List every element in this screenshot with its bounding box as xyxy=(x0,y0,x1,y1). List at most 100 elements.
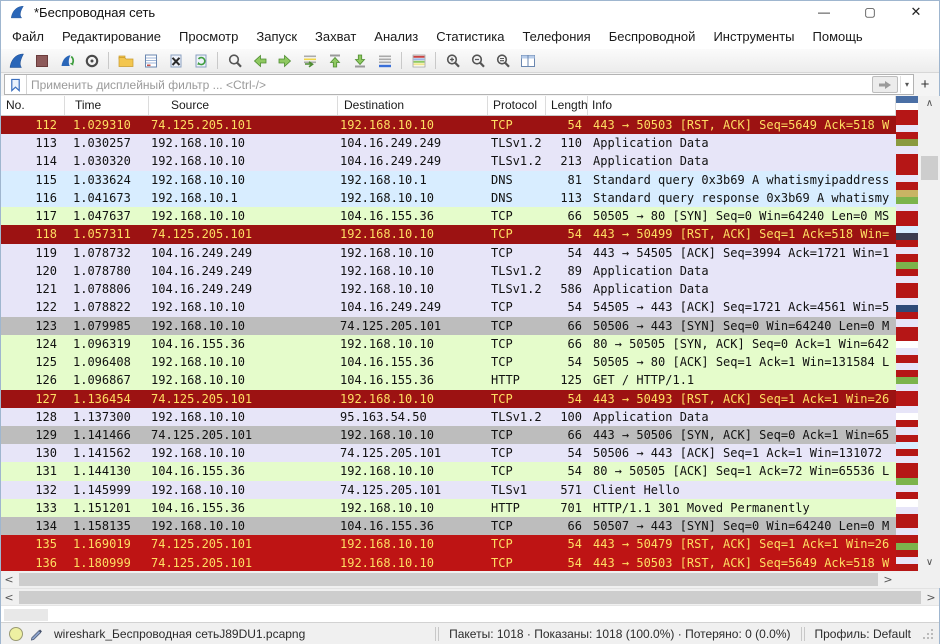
packet-row[interactable]: 1321.145999192.168.10.1074.125.205.101TL… xyxy=(1,481,896,499)
packet-row[interactable]: 1281.137300192.168.10.1095.163.54.50TLSv… xyxy=(1,408,896,426)
go-forward-button[interactable] xyxy=(272,50,297,72)
start-capture-button[interactable] xyxy=(4,50,29,72)
cell-time: 1.078806 xyxy=(65,280,149,298)
packet-row[interactable]: 1171.047637192.168.10.10104.16.155.36TCP… xyxy=(1,207,896,225)
go-first-button[interactable] xyxy=(322,50,347,72)
packet-row[interactable]: 1201.078780104.16.249.249192.168.10.10TL… xyxy=(1,262,896,280)
packet-row[interactable]: 1271.13645474.125.205.101192.168.10.10TC… xyxy=(1,390,896,408)
packet-row[interactable]: 1211.078806104.16.249.249192.168.10.10TL… xyxy=(1,280,896,298)
packet-row[interactable]: 1131.030257192.168.10.10104.16.249.249TL… xyxy=(1,134,896,152)
menu-item-7[interactable]: Телефония xyxy=(513,25,599,48)
packet-row[interactable]: 1311.144130104.16.155.36192.168.10.10TCP… xyxy=(1,462,896,480)
detail-pane-hscrollbar[interactable]: < > xyxy=(1,588,939,605)
menu-item-9[interactable]: Инструменты xyxy=(704,25,803,48)
column-header-info[interactable]: Info xyxy=(588,96,896,115)
column-header-source[interactable]: Source xyxy=(149,96,338,115)
cell-destination: 74.125.205.101 xyxy=(338,481,488,499)
menu-item-5[interactable]: Анализ xyxy=(365,25,427,48)
packet-row[interactable]: 1241.096319104.16.155.36192.168.10.10TCP… xyxy=(1,335,896,353)
capture-options-button[interactable] xyxy=(79,50,104,72)
packet-row[interactable]: 1191.078732104.16.249.249192.168.10.10TC… xyxy=(1,244,896,262)
autoscroll-button[interactable] xyxy=(372,50,397,72)
column-header-no[interactable]: No. xyxy=(1,96,65,115)
packet-list-hscrollbar[interactable]: < > xyxy=(1,571,896,588)
cell-info: 50505 → 80 [SYN] Seq=0 Win=64240 Len=0 M… xyxy=(588,207,896,225)
packet-row[interactable]: 1351.16901974.125.205.101192.168.10.10TC… xyxy=(1,535,896,553)
restart-capture-button[interactable] xyxy=(54,50,79,72)
menu-item-4[interactable]: Захват xyxy=(306,25,365,48)
packet-row[interactable]: 1231.079985192.168.10.1074.125.205.101TC… xyxy=(1,317,896,335)
stop-capture-button[interactable] xyxy=(29,50,54,72)
menu-item-10[interactable]: Помощь xyxy=(804,25,872,48)
go-back-button[interactable] xyxy=(247,50,272,72)
packet-row[interactable]: 1331.151201104.16.155.36192.168.10.10HTT… xyxy=(1,499,896,517)
filter-dropdown-button[interactable]: ▾ xyxy=(900,76,913,93)
display-filter-input[interactable] xyxy=(27,76,872,93)
scroll-down-icon[interactable]: ∨ xyxy=(918,555,940,571)
minimap-stripe xyxy=(896,427,918,434)
menu-item-2[interactable]: Просмотр xyxy=(170,25,247,48)
hscrollbar-thumb[interactable] xyxy=(19,591,921,604)
go-last-button[interactable] xyxy=(347,50,372,72)
column-header-length[interactable]: Length xyxy=(546,96,588,115)
reload-file-button[interactable] xyxy=(188,50,213,72)
scroll-up-icon[interactable]: ∧ xyxy=(918,96,940,112)
capture-comment-pencil-icon[interactable] xyxy=(29,626,44,641)
zoom-in-button[interactable] xyxy=(440,50,465,72)
cell-no: 130 xyxy=(1,444,65,462)
apply-filter-button[interactable] xyxy=(872,76,898,93)
zoom-reset-button[interactable] xyxy=(490,50,515,72)
resize-grip-icon[interactable] xyxy=(921,627,935,641)
menu-item-6[interactable]: Статистика xyxy=(427,25,513,48)
packet-row[interactable]: 1361.18099974.125.205.101192.168.10.10TC… xyxy=(1,554,896,571)
go-to-packet-button[interactable] xyxy=(297,50,322,72)
scroll-left-icon[interactable]: < xyxy=(1,573,17,586)
packet-row[interactable]: 1141.030320192.168.10.10104.16.249.249TL… xyxy=(1,152,896,170)
open-file-button[interactable] xyxy=(113,50,138,72)
packet-row[interactable]: 1161.041673192.168.10.1192.168.10.10DNS1… xyxy=(1,189,896,207)
intelligent-scrollbar-minimap[interactable] xyxy=(896,96,918,571)
cell-no: 124 xyxy=(1,335,65,353)
packet-row[interactable]: 1301.141562192.168.10.1074.125.205.101TC… xyxy=(1,444,896,462)
hscrollbar-thumb[interactable] xyxy=(19,573,878,586)
capture-filename[interactable]: wireshark_Беспроводная сетьJ89DU1.pcapng xyxy=(54,627,305,641)
maximize-button[interactable]: ▢ xyxy=(847,1,893,23)
profile-label[interactable]: Профиль: Default xyxy=(807,627,920,641)
packet-row[interactable]: 1291.14146674.125.205.101192.168.10.10TC… xyxy=(1,426,896,444)
packet-row[interactable]: 1151.033624192.168.10.10192.168.10.1DNS8… xyxy=(1,171,896,189)
close-file-button[interactable] xyxy=(163,50,188,72)
menu-item-0[interactable]: Файл xyxy=(3,25,53,48)
packet-row[interactable]: 1251.096408192.168.10.10104.16.155.36TCP… xyxy=(1,353,896,371)
cell-no: 118 xyxy=(1,225,65,243)
menu-item-8[interactable]: Беспроводной xyxy=(600,25,705,48)
save-file-button[interactable] xyxy=(138,50,163,72)
minimize-button[interactable]: — xyxy=(801,1,847,23)
packet-row[interactable]: 1341.158135192.168.10.10104.16.155.36TCP… xyxy=(1,517,896,535)
find-packet-button[interactable] xyxy=(222,50,247,72)
column-header-time[interactable]: Time xyxy=(65,96,149,115)
resize-columns-button[interactable] xyxy=(515,50,540,72)
column-header-destination[interactable]: Destination xyxy=(338,96,488,115)
cell-length: 66 xyxy=(546,335,588,353)
filter-bookmark-button[interactable] xyxy=(5,75,27,94)
scrollbar-corner xyxy=(896,571,940,588)
add-filter-button[interactable]: + xyxy=(914,76,936,93)
expert-info-icon[interactable] xyxy=(9,627,23,641)
scroll-right-icon[interactable]: > xyxy=(923,591,939,604)
zoom-out-button[interactable] xyxy=(465,50,490,72)
vertical-scrollbar[interactable]: ∧ ∨ xyxy=(918,96,940,571)
close-button[interactable]: ✕ xyxy=(893,1,939,23)
packet-row[interactable]: 1121.02931074.125.205.101192.168.10.10TC… xyxy=(1,116,896,134)
scroll-right-icon[interactable]: > xyxy=(880,573,896,586)
menu-item-3[interactable]: Запуск xyxy=(247,25,306,48)
packet-row[interactable]: 1221.078822192.168.10.10104.16.249.249TC… xyxy=(1,298,896,316)
scroll-left-icon[interactable]: < xyxy=(1,591,17,604)
packet-row[interactable]: 1261.096867192.168.10.10104.16.155.36HTT… xyxy=(1,371,896,389)
colorize-button[interactable] xyxy=(406,50,431,72)
minimap-stripe xyxy=(896,442,918,449)
minimap-stripe xyxy=(896,377,918,384)
menu-item-1[interactable]: Редактирование xyxy=(53,25,170,48)
packet-row[interactable]: 1181.05731174.125.205.101192.168.10.10TC… xyxy=(1,225,896,243)
vertical-scrollbar-thumb[interactable] xyxy=(921,156,938,180)
column-header-protocol[interactable]: Protocol xyxy=(488,96,546,115)
